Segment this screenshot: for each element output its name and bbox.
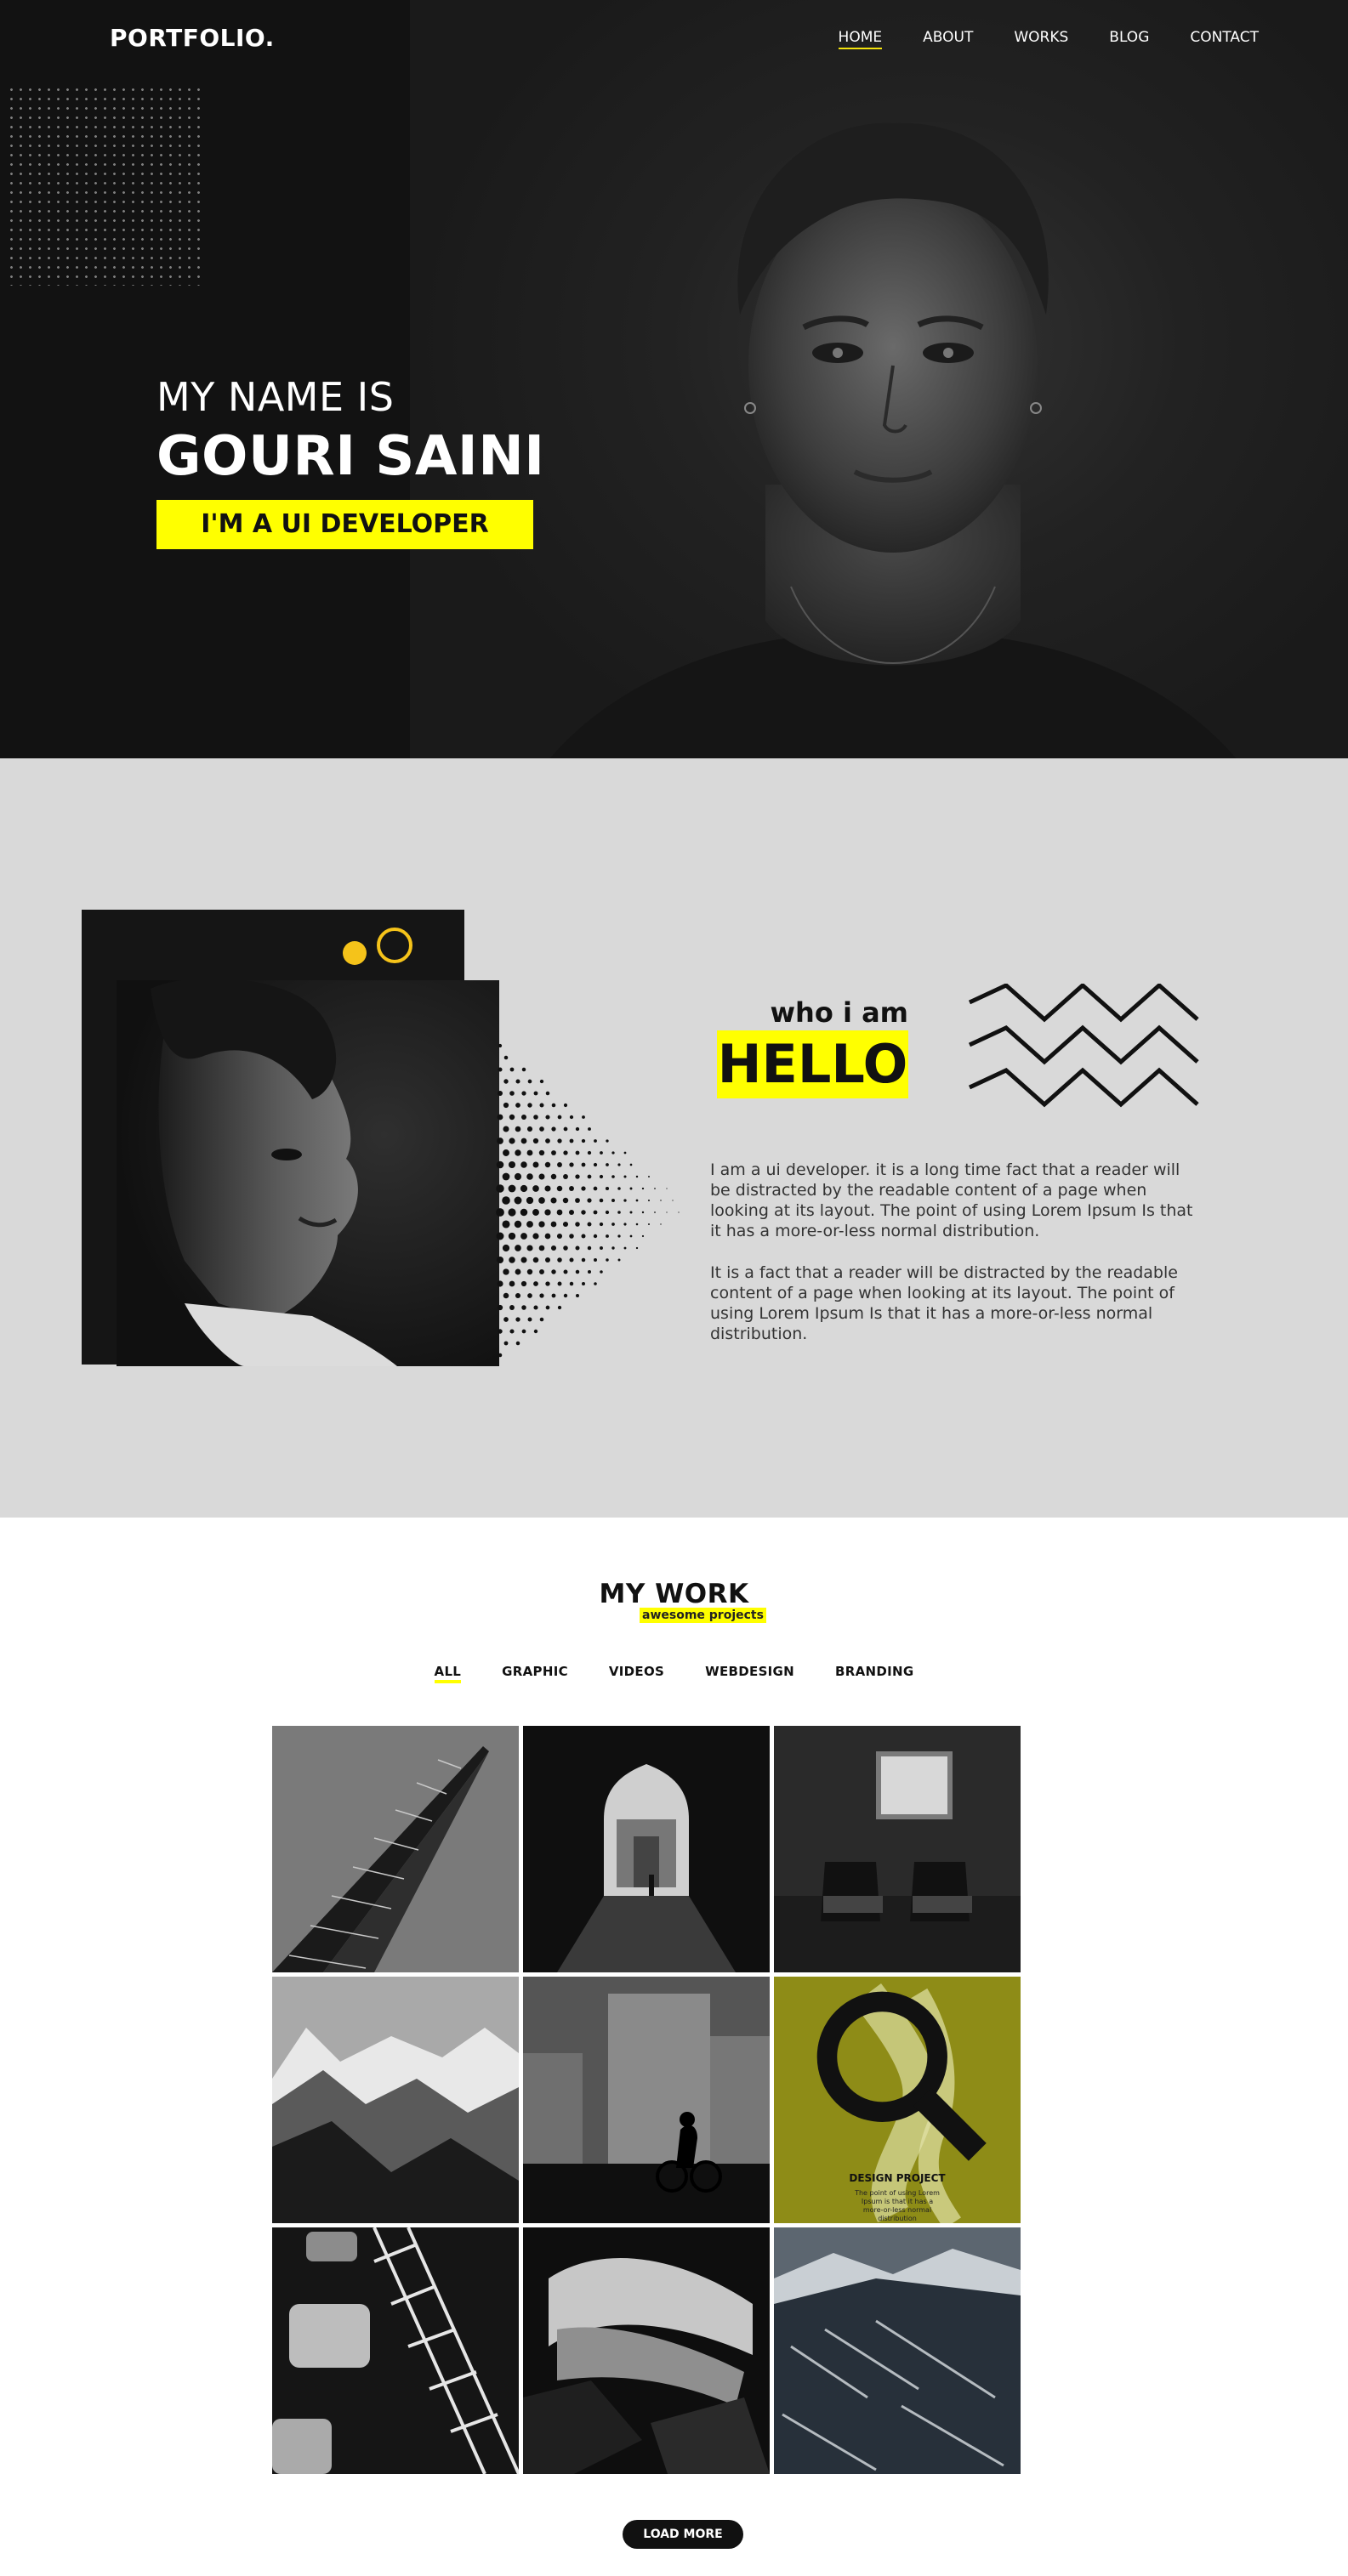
work-title: MY WORK	[599, 1579, 749, 1609]
site-logo[interactable]: PORTFOLIO.	[110, 24, 275, 52]
tile-hover-text: The point of using Lorem Ipsum is that i…	[855, 2189, 940, 2222]
dot-pattern	[7, 85, 204, 286]
load-more-button[interactable]: LOAD MORE	[623, 2520, 743, 2549]
halftone-pattern	[496, 1043, 680, 1358]
about-paragraph-1: I am a ui developer. it is a long time f…	[710, 1160, 1193, 1240]
hero-subtitle: MY NAME IS	[156, 374, 395, 420]
filter-videos[interactable]: VIDEOS	[609, 1664, 664, 1682]
filter-graphic[interactable]: GRAPHIC	[502, 1664, 568, 1682]
nav-blog[interactable]: BLOG	[1109, 29, 1149, 49]
nav-contact[interactable]: CONTACT	[1190, 29, 1259, 49]
tile-hover-title: DESIGN PROJECT	[849, 2172, 946, 2184]
main-nav: HOME ABOUT WORKS BLOG CONTACT	[838, 29, 1259, 49]
filter-branding[interactable]: BRANDING	[835, 1664, 913, 1682]
nav-about[interactable]: ABOUT	[923, 29, 973, 49]
hero-section: PORTFOLIO. HOME ABOUT WORKS BLOG CONTACT…	[0, 0, 1348, 758]
hero-name: GOURI SAINI	[156, 425, 545, 488]
filter-webdesign[interactable]: WEBDESIGN	[705, 1664, 794, 1682]
about-section: who i am HELLO I am a ui developer. it i…	[0, 758, 1348, 1518]
nav-home[interactable]: HOME	[838, 29, 882, 49]
portfolio-item-design-project[interactable]: DESIGN PROJECT The point of using Lorem …	[774, 1977, 1021, 2223]
hero-portrait-image	[549, 122, 1237, 758]
yellow-dot-decoration	[343, 941, 367, 965]
portfolio-item-ferris-wheel[interactable]	[272, 2227, 519, 2474]
about-portrait-image	[117, 980, 499, 1366]
work-filters: ALL GRAPHIC VIDEOS WEBDESIGN BRANDING	[0, 1664, 1348, 1683]
about-eyebrow: who i am	[770, 996, 908, 1029]
about-paragraph-2: It is a fact that a reader will be distr…	[710, 1263, 1178, 1343]
tile-hover-overlay: DESIGN PROJECT The point of using Lorem …	[774, 1977, 1021, 2223]
filter-all[interactable]: ALL	[434, 1664, 462, 1683]
portfolio-item-waterfall[interactable]	[523, 2227, 770, 2474]
portfolio-item-chairs[interactable]	[774, 1726, 1021, 1972]
about-heading: HELLO	[717, 1030, 908, 1098]
work-section: MY WORK awesome projects ALL GRAPHIC VID…	[0, 1518, 1348, 2576]
zigzag-decoration	[968, 984, 1199, 1108]
about-description: I am a ui developer. it is a long time f…	[710, 1160, 1203, 1344]
hero-text: MY NAME IS GOURI SAINI I'M A UI DEVELOPE…	[156, 374, 545, 549]
hero-role-badge: I'M A UI DEVELOPER	[156, 500, 533, 549]
work-subtitle: awesome projects	[640, 1608, 766, 1623]
portfolio-item-mountains[interactable]	[272, 1977, 519, 2223]
portfolio-item-archway[interactable]	[523, 1726, 770, 1972]
portfolio-item-cyclist[interactable]	[523, 1977, 770, 2223]
search-icon[interactable]	[774, 1977, 1021, 2167]
nav-works[interactable]: WORKS	[1014, 29, 1068, 49]
yellow-ring-decoration	[377, 928, 412, 963]
portfolio-grid: DESIGN PROJECT The point of using Lorem …	[272, 1726, 1021, 2474]
portfolio-item-skyscraper[interactable]	[272, 1726, 519, 1972]
portfolio-item-snowy-slope[interactable]	[774, 2227, 1021, 2474]
